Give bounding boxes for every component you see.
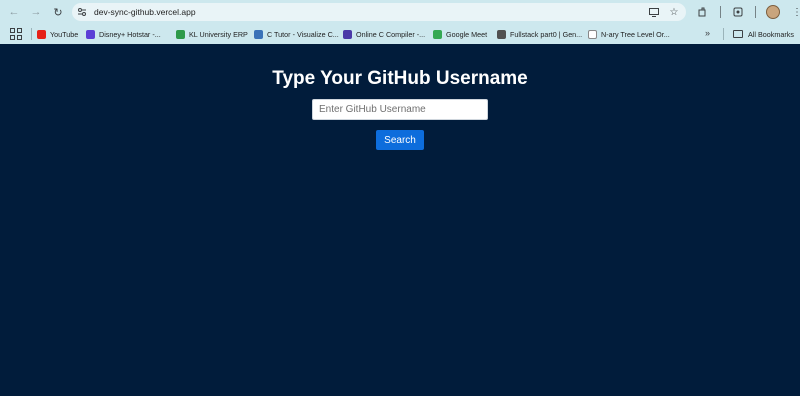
bookmarks-divider [723,28,724,40]
hotstar-icon [86,29,95,39]
youtube-icon [37,29,46,39]
extensions-icon[interactable] [696,4,710,20]
chevron-right-icon[interactable]: » [705,28,710,38]
bookmark-fullstack[interactable]: Fullstack part0 | Gen... [497,26,582,42]
all-bookmarks-label: All Bookmarks [748,29,794,39]
bookmark-kl-erp[interactable]: KL University ERP [176,26,248,42]
kl-erp-icon [176,29,185,39]
install-app-icon[interactable] [648,6,660,18]
python-icon [254,29,263,39]
bookmarks-divider [31,28,32,40]
bookmark-label: KL University ERP [189,29,248,39]
bookmark-label: Online C Compiler -... [356,29,426,39]
bookmark-youtube[interactable]: YouTube [37,26,78,42]
username-input[interactable] [312,99,488,120]
bookmark-label: Fullstack part0 | Gen... [510,29,583,39]
bookmark-label: YouTube [50,29,79,39]
page-title: Type Your GitHub Username [272,68,528,89]
url-text[interactable]: dev-sync-github.vercel.app [94,7,196,17]
apps-grid-icon[interactable] [10,28,22,40]
leetcode-icon [588,29,597,39]
back-arrow-icon[interactable]: ← [6,4,22,20]
bookmark-google-meet[interactable]: Google Meet [433,26,487,42]
screenshot-icon[interactable] [731,4,745,20]
bookmark-label: N-ary Tree Level Or... [601,29,670,39]
fullstack-icon [497,29,506,39]
forward-arrow-icon[interactable]: → [28,4,44,20]
browser-toolbar: ← → ↻ dev-sync-github.vercel.app ☆ ⋮ [0,0,800,24]
bookmark-label: C Tutor - Visualize C... [267,29,339,39]
folder-icon [733,30,743,38]
toolbar-divider [755,6,756,18]
bookmark-nary-tree[interactable]: N-ary Tree Level Or... [588,26,670,42]
address-bar[interactable]: dev-sync-github.vercel.app ☆ [72,3,686,21]
profile-avatar[interactable] [766,5,780,19]
bookmark-star-icon[interactable]: ☆ [668,6,680,18]
bookmark-hotstar[interactable]: Disney+ Hotstar -... [86,26,161,42]
bookmark-label: Google Meet [446,29,488,39]
bookmarks-bar: YouTube Disney+ Hotstar -... KL Universi… [0,24,800,44]
search-button[interactable]: Search [376,130,424,150]
page-content: Type Your GitHub Username Search [0,44,800,396]
compiler-icon [343,29,352,39]
google-meet-icon [433,29,442,39]
reload-icon[interactable]: ↻ [50,4,66,20]
bookmark-label: Disney+ Hotstar -... [99,29,161,39]
bookmark-online-c-compiler[interactable]: Online C Compiler -... [343,26,425,42]
site-settings-icon[interactable] [76,6,88,18]
toolbar-divider [720,6,721,18]
bookmark-c-tutor[interactable]: C Tutor - Visualize C... [254,26,339,42]
more-menu-icon[interactable]: ⋮ [790,4,800,20]
all-bookmarks[interactable]: All Bookmarks [733,26,794,42]
